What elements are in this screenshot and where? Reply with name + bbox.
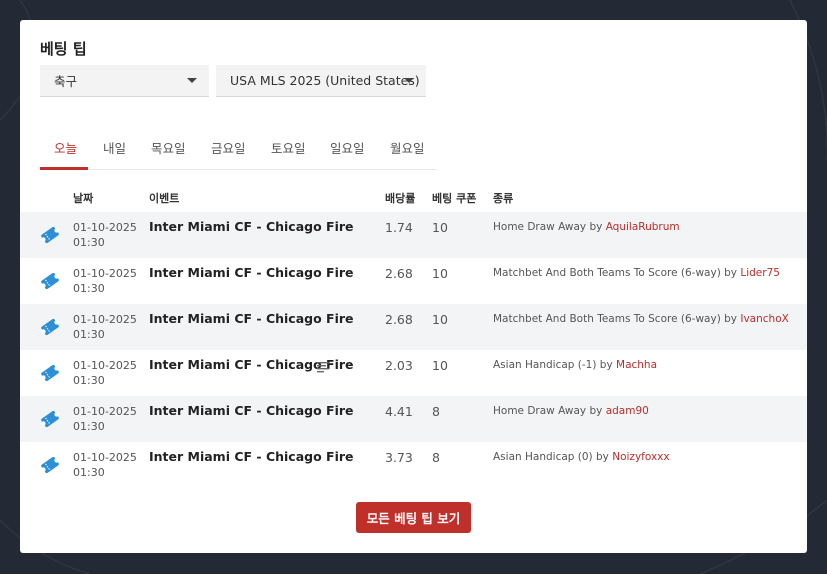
column-header-date: 날짜	[73, 192, 94, 205]
row-tipster-link[interactable]: Lider75	[740, 267, 780, 279]
row-tip-type: Home Draw Away by adam90	[493, 405, 649, 417]
league-select-value: USA MLS 2025 (United States)	[230, 73, 420, 88]
row-datetime: 01-10-2025 01:30	[73, 450, 137, 480]
row-odds: 2.68	[385, 312, 413, 327]
row-tip-type: Matchbet And Both Teams To Score (6-way)…	[493, 313, 789, 325]
row-event[interactable]: Inter Miami CF - Chicago Fire	[149, 219, 354, 234]
ticket-icon	[40, 272, 60, 290]
row-datetime: 01-10-2025 01:30	[73, 312, 137, 342]
row-date: 01-10-2025	[73, 359, 137, 372]
row-tipster-link[interactable]: adam90	[606, 405, 649, 417]
row-by: by	[599, 359, 613, 371]
day-tabs: 오늘 내일 목요일 금요일 토요일 일요일 월요일	[40, 126, 436, 170]
row-stake: 8	[432, 450, 440, 465]
column-header-stake: 베팅 쿠폰	[432, 192, 477, 205]
ticket-icon	[40, 456, 60, 474]
row-by: by	[596, 451, 609, 463]
row-date: 01-10-2025	[73, 221, 137, 234]
row-time: 01:30	[73, 374, 105, 387]
table-row[interactable]: 01-10-2025 01:30 Inter Miami CF - Chicago …	[20, 304, 807, 350]
table-row[interactable]: 01-10-2025 01:30 Inter Miami CF - Chicago …	[20, 350, 807, 396]
row-datetime: 01-10-2025 01:30	[73, 266, 137, 296]
row-by: by	[589, 405, 603, 417]
tab-tomorrow[interactable]: 내일	[103, 138, 126, 157]
ticket-icon	[40, 226, 60, 244]
tab-monday[interactable]: 월요일	[390, 138, 425, 157]
row-stake: 10	[432, 266, 448, 281]
tab-friday[interactable]: 금요일	[211, 138, 246, 157]
row-tip-type: Asian Handicap (0) by Noizyfoxxx	[493, 451, 670, 463]
row-event[interactable]: Inter Miami CF - Chicago Fire	[149, 403, 354, 418]
row-date: 01-10-2025	[73, 267, 137, 280]
row-by: by	[724, 313, 738, 325]
row-odds: 2.03	[385, 358, 413, 373]
ticket-icon	[40, 364, 60, 382]
row-tip: Matchbet And Both Teams To Score (6-way)	[493, 313, 721, 325]
ticket-icon	[40, 410, 60, 428]
row-stake: 10	[432, 220, 448, 235]
row-stake: 8	[432, 404, 440, 419]
row-by: by	[724, 267, 738, 279]
row-odds: 4.41	[385, 404, 413, 419]
row-tip: Asian Handicap (-1)	[493, 359, 597, 371]
row-tip: Matchbet And Both Teams To Score (6-way)	[493, 267, 721, 279]
table-row[interactable]: 01-10-2025 01:30 Inter Miami CF - Chicago …	[20, 212, 807, 258]
row-event[interactable]: Inter Miami CF - Chicago Fire	[149, 449, 354, 464]
table-row[interactable]: 01-10-2025 01:30 Inter Miami CF - Chicago …	[20, 258, 807, 304]
row-odds: 2.68	[385, 266, 413, 281]
column-header-odds: 배당률	[385, 192, 416, 205]
row-tip-type: Asian Handicap (-1) by Machha	[493, 359, 657, 371]
table-header: 날짜 이벤트 배당률 베팅 쿠폰 종류	[20, 188, 807, 210]
page-title: 베팅 팁	[40, 40, 87, 58]
row-datetime: 01-10-2025 01:30	[73, 358, 137, 388]
row-tip: Asian Handicap (0)	[493, 451, 593, 463]
chevron-down-icon	[404, 78, 414, 83]
tab-thursday[interactable]: 목요일	[151, 138, 186, 157]
analysis-text-icon[interactable]	[317, 361, 329, 373]
row-time: 01:30	[73, 282, 105, 295]
row-datetime: 01-10-2025 01:30	[73, 220, 137, 250]
row-stake: 10	[432, 358, 448, 373]
sport-select-value: 축구	[54, 74, 78, 89]
league-select[interactable]: USA MLS 2025 (United States)	[216, 65, 426, 97]
row-by: by	[589, 221, 603, 233]
row-tip-type: Home Draw Away by AquilaRubrum	[493, 221, 680, 233]
row-tipster-link[interactable]: Noizyfoxxx	[612, 451, 669, 463]
sport-select[interactable]: 축구	[40, 65, 209, 97]
row-date: 01-10-2025	[73, 405, 137, 418]
tab-saturday[interactable]: 토요일	[271, 138, 306, 157]
chevron-down-icon	[187, 78, 197, 83]
row-time: 01:30	[73, 328, 105, 341]
row-time: 01:30	[73, 236, 105, 249]
row-event[interactable]: Inter Miami CF - Chicago Fire	[149, 265, 354, 280]
table-row[interactable]: 01-10-2025 01:30 Inter Miami CF - Chicago …	[20, 442, 807, 488]
row-odds: 3.73	[385, 450, 413, 465]
column-header-event: 이벤트	[149, 192, 180, 205]
row-event[interactable]: Inter Miami CF - Chicago Fire	[149, 311, 354, 326]
row-tip-type: Matchbet And Both Teams To Score (6-way)…	[493, 267, 780, 279]
row-tip: Home Draw Away	[493, 221, 587, 233]
tab-sunday[interactable]: 일요일	[330, 138, 365, 157]
column-header-type: 종류	[493, 192, 514, 205]
tab-today[interactable]: 오늘	[54, 138, 77, 157]
row-stake: 10	[432, 312, 448, 327]
view-all-tips-button[interactable]: 모든 베팅 팁 보기	[356, 502, 471, 533]
row-odds: 1.74	[385, 220, 413, 235]
active-tab-indicator	[40, 167, 88, 170]
row-tipster-link[interactable]: IvanchoX	[740, 313, 788, 325]
row-tipster-link[interactable]: Machha	[616, 359, 657, 371]
table-row[interactable]: 01-10-2025 01:30 Inter Miami CF - Chicago …	[20, 396, 807, 442]
ticket-icon	[40, 318, 60, 336]
row-tip: Home Draw Away	[493, 405, 587, 417]
betting-tips-card: 베팅 팁 축구 USA MLS 2025 (United States) 오늘 …	[20, 20, 807, 553]
row-date: 01-10-2025	[73, 451, 137, 464]
row-date: 01-10-2025	[73, 313, 137, 326]
row-datetime: 01-10-2025 01:30	[73, 404, 137, 434]
row-time: 01:30	[73, 420, 105, 433]
row-time: 01:30	[73, 466, 105, 479]
row-tipster-link[interactable]: AquilaRubrum	[606, 221, 680, 233]
